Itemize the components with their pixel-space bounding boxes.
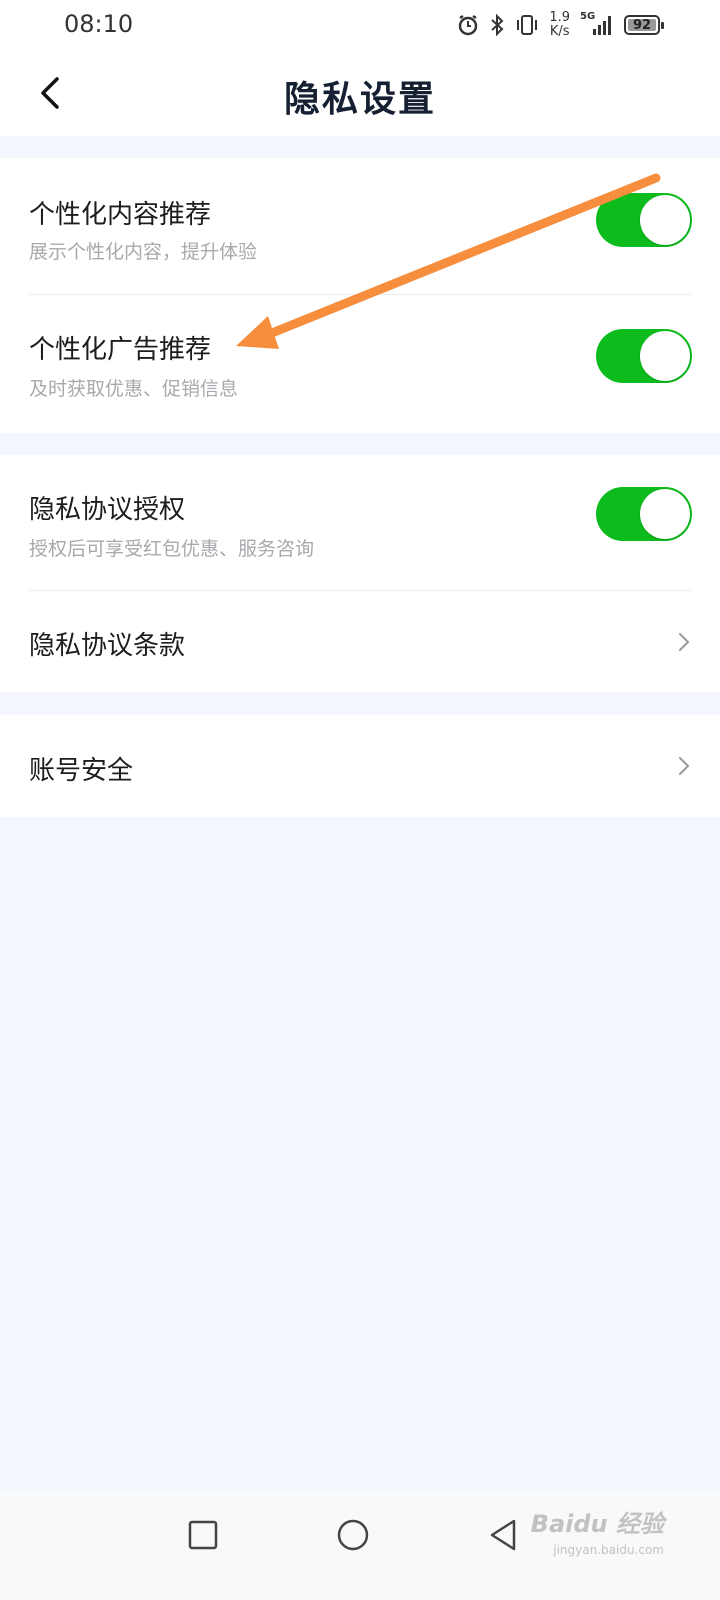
personalized-ads-toggle[interactable] (596, 329, 692, 383)
setting-subtitle: 及时获取优惠、促销信息 (29, 378, 239, 400)
personalized-content-toggle[interactable] (596, 193, 692, 247)
system-navigation-bar: Baidu 经验 jingyan.baidu.com (0, 1490, 720, 1600)
status-icons: 1.9 K/s 5G 92 (457, 8, 664, 42)
battery-level: 92 (632, 17, 652, 33)
recent-apps-icon (188, 1520, 218, 1550)
chevron-right-icon (679, 757, 690, 775)
setting-row-privacy-terms[interactable]: 隐私协议条款 (0, 591, 720, 692)
network-speed-unit: K/s (549, 24, 570, 39)
home-icon (337, 1519, 369, 1551)
setting-row-account-security[interactable]: 账号安全 (0, 715, 720, 817)
watermark-sub: jingyan.baidu.com (553, 1543, 664, 1557)
settings-section-account: 账号安全 (0, 715, 720, 817)
network-speed-value: 1.9 (549, 10, 570, 25)
setting-subtitle: 授权后可享受红包优惠、服务咨询 (29, 538, 315, 560)
recent-apps-button[interactable] (178, 1510, 228, 1560)
status-bar: 08:10 1.9 K/s 5G 92 (0, 0, 720, 50)
setting-row-personalized-ads: 个性化广告推荐 及时获取优惠、促销信息 (0, 295, 720, 433)
setting-row-privacy-authorization: 隐私协议授权 授权后可享受红包优惠、服务咨询 (0, 455, 720, 590)
toggle-knob (640, 331, 690, 381)
setting-subtitle: 展示个性化内容，提升体验 (29, 241, 258, 263)
battery-icon: 92 (624, 15, 664, 35)
network-speed: 1.9 K/s (549, 11, 570, 39)
setting-row-personalized-content: 个性化内容推荐 展示个性化内容，提升体验 (0, 158, 720, 294)
alarm-icon (457, 14, 479, 36)
home-button[interactable] (328, 1510, 378, 1560)
toggle-knob (640, 489, 690, 539)
signal-icon: 5G (580, 11, 614, 37)
page-title: 隐私设置 (283, 78, 436, 120)
setting-title: 个性化广告推荐 (29, 335, 212, 365)
toggle-knob (640, 195, 690, 245)
setting-title: 隐私协议条款 (29, 631, 186, 661)
title-bar: 隐私设置 (0, 50, 720, 136)
setting-title: 隐私协议授权 (29, 495, 186, 525)
baidu-watermark: Baidu 经验 jingyan.baidu.com (531, 1504, 664, 1557)
system-back-button[interactable] (478, 1510, 528, 1560)
back-triangle-icon (490, 1519, 516, 1551)
bluetooth-icon (489, 13, 505, 37)
setting-title: 账号安全 (29, 756, 134, 786)
setting-title: 个性化内容推荐 (29, 200, 212, 230)
privacy-authorization-toggle[interactable] (596, 487, 692, 541)
chevron-right-icon (679, 633, 690, 651)
settings-section-privacy: 隐私协议授权 授权后可享受红包优惠、服务咨询 隐私协议条款 (0, 455, 720, 692)
watermark-main: Baidu 经验 (530, 1510, 664, 1538)
settings-section-recommendation: 个性化内容推荐 展示个性化内容，提升体验 个性化广告推荐 及时获取优惠、促销信息 (0, 158, 720, 433)
vibrate-icon (515, 14, 539, 36)
status-time: 08:10 (64, 10, 134, 38)
